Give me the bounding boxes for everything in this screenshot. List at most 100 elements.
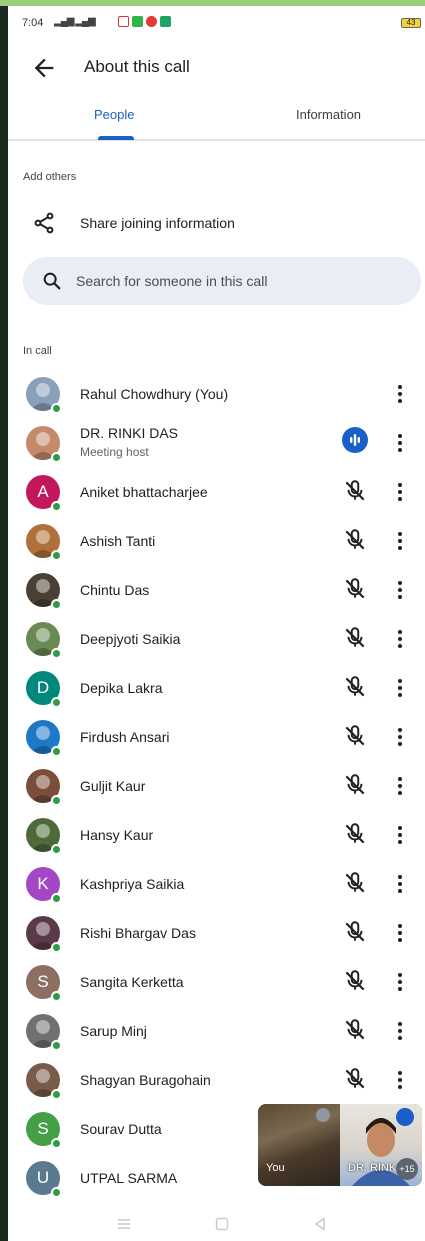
home-icon[interactable] xyxy=(214,1216,230,1232)
online-status-dot xyxy=(51,501,62,512)
participant-row[interactable]: A Aniket bhattacharjee xyxy=(8,470,425,516)
mic-off-icon xyxy=(345,725,365,746)
device-frame: 7:04 ▂▄▆ ▂▄▆ 43 About this call People I… xyxy=(0,0,425,1241)
participant-row[interactable]: Ashish Tanti xyxy=(8,519,425,565)
mic-off-icon xyxy=(345,529,365,550)
system-nav-bar xyxy=(8,1206,425,1241)
mic-off-icon xyxy=(345,578,365,599)
mic-off-icon xyxy=(345,1068,365,1089)
mic-off-icon xyxy=(345,872,365,893)
online-status-dot xyxy=(51,550,62,561)
pip-self-label: You xyxy=(266,1162,285,1174)
participant-row[interactable]: Shagyan Buragohain xyxy=(8,1058,425,1104)
mic-off-icon xyxy=(345,627,365,648)
participant-row[interactable]: Sarup Minj xyxy=(8,1009,425,1055)
mic-off-icon xyxy=(345,1019,365,1040)
participant-name: Kashpriya Saikia xyxy=(80,876,185,892)
speaking-indicator-icon xyxy=(342,427,368,453)
back-arrow-icon[interactable] xyxy=(30,54,58,82)
screen: 7:04 ▂▄▆ ▂▄▆ 43 About this call People I… xyxy=(8,6,425,1241)
participant-name: UTPAL SARMA xyxy=(80,1170,178,1186)
search-icon xyxy=(43,272,61,290)
participant-name: Chintu Das xyxy=(80,582,150,598)
online-status-dot xyxy=(51,452,62,463)
participant-name: Rishi Bhargav Das xyxy=(80,925,196,941)
online-status-dot xyxy=(51,697,62,708)
add-others-label: Add others xyxy=(23,171,77,183)
share-joining-info-label: Share joining information xyxy=(80,215,235,231)
participant-name: Shagyan Buragohain xyxy=(80,1072,211,1088)
menu-icon[interactable] xyxy=(116,1216,132,1232)
whatsapp-icon xyxy=(132,16,143,27)
participant-row[interactable]: Rishi Bhargav Das xyxy=(8,911,425,957)
signal-icon: ▂▄▆ ▂▄▆ xyxy=(54,16,96,27)
more-options-icon[interactable] xyxy=(394,773,406,799)
online-status-dot xyxy=(51,1040,62,1051)
status-time: 7:04 xyxy=(22,17,44,29)
online-status-dot xyxy=(51,1138,62,1149)
mic-off-icon xyxy=(345,676,365,697)
participant-row[interactable]: DR. RINKI DAS Meeting host xyxy=(8,421,425,467)
mic-off-icon xyxy=(345,921,365,942)
tab-indicator xyxy=(98,136,134,140)
participant-name: Firdush Ansari xyxy=(80,729,170,745)
more-options-icon[interactable] xyxy=(394,528,406,554)
participant-name: Ashish Tanti xyxy=(80,533,156,549)
more-options-icon[interactable] xyxy=(394,577,406,603)
participant-row[interactable]: Hansy Kaur xyxy=(8,813,425,859)
share-joining-info-button[interactable]: Share joining information xyxy=(8,206,425,242)
participant-name: DR. RINKI DAS xyxy=(80,425,179,441)
more-options-icon[interactable] xyxy=(394,1018,406,1044)
pip-host-label: DR. RINK xyxy=(348,1162,397,1174)
more-options-icon[interactable] xyxy=(394,920,406,946)
participant-name: Aniket bhattacharjee xyxy=(80,484,208,500)
in-call-label: In call xyxy=(23,345,52,357)
online-status-dot xyxy=(51,648,62,659)
more-options-icon[interactable] xyxy=(394,724,406,750)
participant-name: Hansy Kaur xyxy=(80,827,154,843)
page-title: About this call xyxy=(84,57,190,76)
more-options-icon[interactable] xyxy=(394,381,406,407)
more-options-icon[interactable] xyxy=(394,675,406,701)
more-options-icon[interactable] xyxy=(394,871,406,897)
participant-row[interactable]: Deepjyoti Saikia xyxy=(8,617,425,663)
online-status-dot xyxy=(51,942,62,953)
battery-icon: 43 xyxy=(401,18,421,28)
participant-name: Depika Lakra xyxy=(80,680,163,696)
online-status-dot xyxy=(51,1187,62,1198)
gmail-icon xyxy=(118,16,129,27)
mic-off-icon xyxy=(345,823,365,844)
participant-row[interactable]: Rahul Chowdhury (You) xyxy=(8,372,425,418)
app-icon xyxy=(160,16,171,27)
notification-icons xyxy=(118,16,171,27)
tab-information[interactable]: Information xyxy=(296,107,361,122)
search-input[interactable]: Search for someone in this call xyxy=(23,257,421,305)
more-options-icon[interactable] xyxy=(394,822,406,848)
back-nav-icon[interactable] xyxy=(312,1216,328,1232)
participant-row[interactable]: Firdush Ansari xyxy=(8,715,425,761)
participant-name: Deepjyoti Saikia xyxy=(80,631,181,647)
search-placeholder: Search for someone in this call xyxy=(76,273,268,289)
online-status-dot xyxy=(51,403,62,414)
participant-name: Sarup Minj xyxy=(80,1023,147,1039)
app-bar: About this call xyxy=(8,46,425,90)
more-options-icon[interactable] xyxy=(394,626,406,652)
more-options-icon[interactable] xyxy=(394,430,406,456)
online-status-dot xyxy=(51,599,62,610)
tab-people[interactable]: People xyxy=(94,107,134,122)
participant-row[interactable]: D Depika Lakra xyxy=(8,666,425,712)
more-options-icon[interactable] xyxy=(394,479,406,505)
participant-row[interactable]: Chintu Das xyxy=(8,568,425,614)
more-options-icon[interactable] xyxy=(394,969,406,995)
participant-row[interactable]: K Kashpriya Saikia xyxy=(8,862,425,908)
participant-row[interactable]: S Sangita Kerketta xyxy=(8,960,425,1006)
participant-row[interactable]: Guljit Kaur xyxy=(8,764,425,810)
status-bar: 7:04 ▂▄▆ ▂▄▆ 43 xyxy=(8,6,425,36)
mic-off-icon xyxy=(345,774,365,795)
participant-name: Sourav Dutta xyxy=(80,1121,162,1137)
online-status-dot xyxy=(51,1089,62,1100)
more-options-icon[interactable] xyxy=(394,1067,406,1093)
online-status-dot xyxy=(51,893,62,904)
online-status-dot xyxy=(51,844,62,855)
picture-in-picture[interactable]: You DR. RINK +15 xyxy=(258,1104,422,1186)
